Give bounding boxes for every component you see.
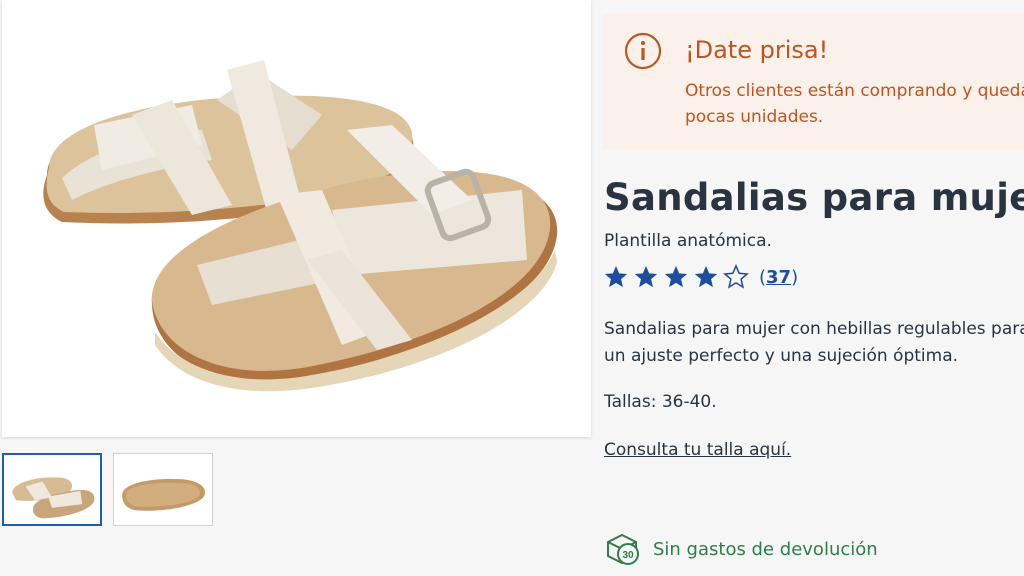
thumbnail-sole[interactable] <box>113 453 213 526</box>
product-title: Sandalias para mujer <box>604 176 1024 219</box>
star-filled-icon <box>694 265 718 288</box>
star-filled-icon <box>634 265 658 288</box>
rating-count[interactable]: (37) <box>759 267 798 288</box>
product-subtitle: Plantilla anatómica. <box>604 231 772 251</box>
hurry-alert: ¡Date prisa! Otros clientes están compra… <box>603 14 1024 150</box>
rating-open-paren: ( <box>759 266 767 288</box>
product-main-image[interactable] <box>2 0 591 437</box>
product-sizes: Tallas: 36-40. <box>604 392 717 412</box>
return-days-badge: 30 <box>622 550 634 561</box>
star-filled-icon <box>664 265 688 288</box>
rating-count-link[interactable]: 37 <box>766 267 791 288</box>
free-returns-label: Sin gastos de devolución <box>653 538 878 560</box>
sandal-pair-illustration <box>43 60 558 392</box>
thumbnail-top-view[interactable] <box>2 453 102 526</box>
rating-close-paren: ) <box>791 266 799 288</box>
info-circle-icon <box>624 32 662 70</box>
star-empty-icon <box>723 264 749 289</box>
size-guide-link[interactable]: Consulta tu talla aquí. <box>604 440 791 460</box>
return-box-30-icon: 30 <box>607 533 639 565</box>
alert-title: ¡Date prisa! <box>685 36 829 64</box>
free-returns: 30 Sin gastos de devolución <box>603 530 878 568</box>
alert-text: Otros clientes están comprando y quedan … <box>685 81 1024 127</box>
rating[interactable]: (37) <box>603 263 798 291</box>
product-description: Sandalias para mujer con hebillas regula… <box>604 319 1024 366</box>
star-filled-icon <box>604 265 628 288</box>
